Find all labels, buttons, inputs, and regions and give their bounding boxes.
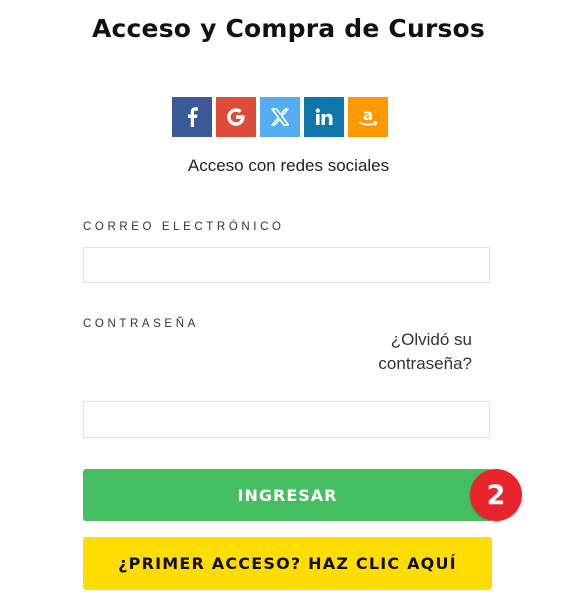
social-login-caption: Acceso con redes sociales bbox=[187, 156, 390, 175]
first-access-button[interactable]: ¿PRIMER ACCESO? HAZ CLIC AQUÍ bbox=[83, 537, 492, 590]
linkedin-icon bbox=[315, 108, 333, 125]
login-button[interactable]: INGRESAR bbox=[83, 469, 492, 521]
email-field[interactable] bbox=[83, 247, 490, 283]
social-login-buttons: a bbox=[172, 97, 388, 137]
facebook-icon bbox=[188, 107, 198, 127]
amazon-icon: a bbox=[359, 106, 377, 126]
step-number-badge: 2 bbox=[470, 469, 522, 521]
email-label: CORREO ELECTRÓNICO bbox=[83, 221, 285, 233]
x-login-button[interactable] bbox=[260, 97, 300, 137]
svg-text:a: a bbox=[363, 106, 373, 124]
google-login-button[interactable] bbox=[216, 97, 256, 137]
password-label: CONTRASEÑA bbox=[83, 318, 199, 330]
google-icon bbox=[227, 108, 245, 126]
page-title: Acceso y Compra de Cursos bbox=[91, 14, 486, 43]
password-field[interactable] bbox=[83, 401, 490, 438]
facebook-login-button[interactable] bbox=[172, 97, 212, 137]
forgot-password-link[interactable]: ¿Olvidó su contraseña? bbox=[332, 328, 472, 376]
x-icon bbox=[271, 108, 289, 126]
linkedin-login-button[interactable] bbox=[304, 97, 344, 137]
amazon-login-button[interactable]: a bbox=[348, 97, 388, 137]
